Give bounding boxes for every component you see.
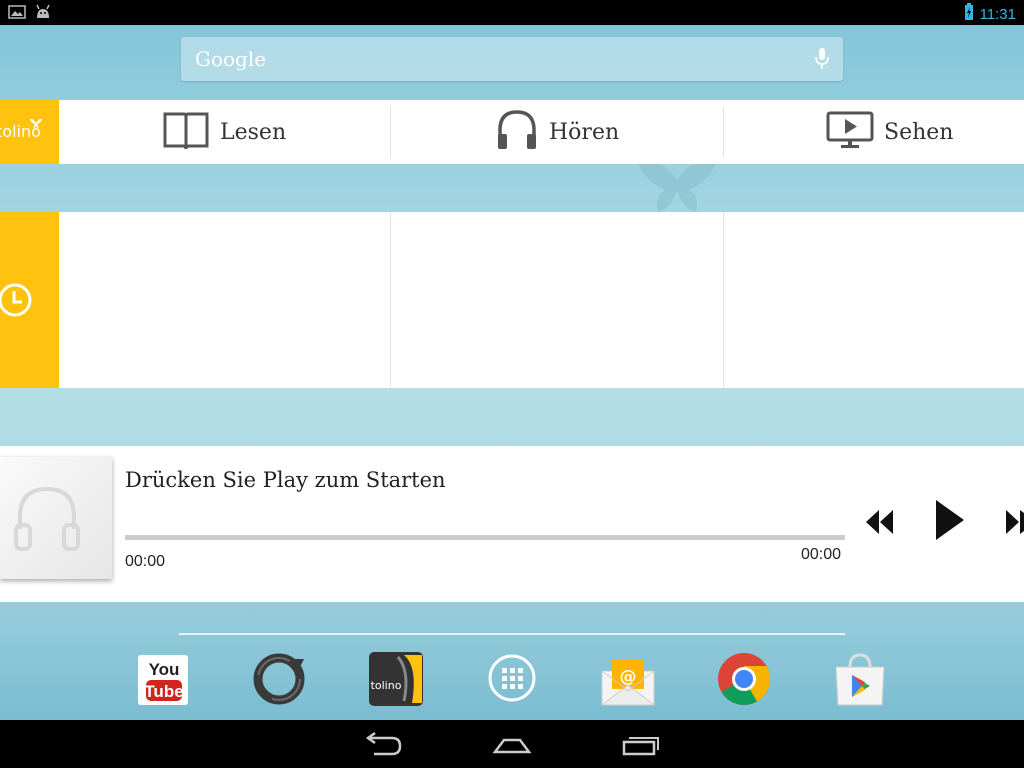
email-app-icon[interactable]: @ bbox=[600, 651, 656, 707]
divider bbox=[723, 106, 724, 158]
youtube-app-icon[interactable]: You Tube bbox=[136, 651, 192, 707]
music-player-widget: Drücken Sie Play zum Starten 00:00 00:00 bbox=[0, 446, 1024, 602]
clock-icon bbox=[0, 283, 32, 317]
headphones-icon bbox=[495, 108, 539, 156]
tolino-app-icon[interactable]: tolino bbox=[368, 651, 424, 707]
navigation-bar bbox=[0, 720, 1024, 768]
media-category-bar: tolino Lesen Hören Sehen bbox=[0, 100, 1024, 164]
sync-app-icon[interactable] bbox=[252, 651, 308, 707]
tolino-app-label: tolino bbox=[371, 679, 402, 692]
gallery-notification-icon bbox=[8, 4, 26, 20]
butterfly-decoration bbox=[638, 161, 716, 212]
status-time: 11:31 bbox=[979, 5, 1016, 23]
google-search-bar[interactable]: Google bbox=[181, 37, 843, 81]
status-bar: 11:31 bbox=[0, 0, 1024, 25]
headphones-placeholder-icon bbox=[14, 486, 80, 551]
divider bbox=[390, 106, 391, 158]
chrome-app-icon[interactable] bbox=[716, 651, 772, 707]
youtube-label-top: You bbox=[149, 660, 180, 679]
divider bbox=[390, 212, 391, 388]
rewind-button[interactable] bbox=[864, 508, 896, 536]
album-cover[interactable] bbox=[0, 457, 112, 579]
recent-items-panel bbox=[0, 212, 1024, 388]
media-item-sehen[interactable]: Sehen bbox=[826, 100, 953, 164]
media-item-label: Sehen bbox=[884, 119, 954, 145]
media-item-label: Hören bbox=[549, 119, 620, 145]
media-item-lesen[interactable]: Lesen bbox=[162, 100, 286, 164]
google-search-label: Google bbox=[195, 47, 267, 71]
battery-charging-icon bbox=[964, 3, 974, 25]
play-store-app-icon[interactable] bbox=[832, 651, 888, 707]
home-button[interactable] bbox=[492, 732, 532, 758]
media-item-label: Lesen bbox=[220, 119, 287, 145]
all-apps-button[interactable] bbox=[484, 651, 540, 707]
recent-tab[interactable] bbox=[0, 212, 59, 388]
play-button[interactable] bbox=[934, 498, 966, 542]
fast-forward-button[interactable] bbox=[1004, 508, 1024, 536]
back-button[interactable] bbox=[364, 732, 404, 758]
elapsed-time: 00:00 bbox=[125, 553, 166, 570]
mic-icon[interactable] bbox=[813, 47, 831, 71]
divider bbox=[723, 212, 724, 388]
android-notification-icon bbox=[34, 4, 52, 20]
recent-apps-button[interactable] bbox=[620, 732, 660, 758]
email-at-label: @ bbox=[620, 667, 637, 687]
butterfly-icon bbox=[30, 118, 42, 129]
monitor-play-icon bbox=[826, 110, 874, 154]
player-title: Drücken Sie Play zum Starten bbox=[125, 468, 446, 492]
progress-bar[interactable] bbox=[125, 535, 845, 540]
tolino-logo-tab[interactable]: tolino bbox=[0, 100, 59, 164]
book-icon bbox=[162, 109, 210, 155]
youtube-label-bottom: Tube bbox=[144, 682, 183, 701]
dock-divider bbox=[179, 633, 845, 635]
media-item-horen[interactable]: Hören bbox=[495, 100, 619, 164]
total-time: 00:00 bbox=[801, 546, 842, 563]
